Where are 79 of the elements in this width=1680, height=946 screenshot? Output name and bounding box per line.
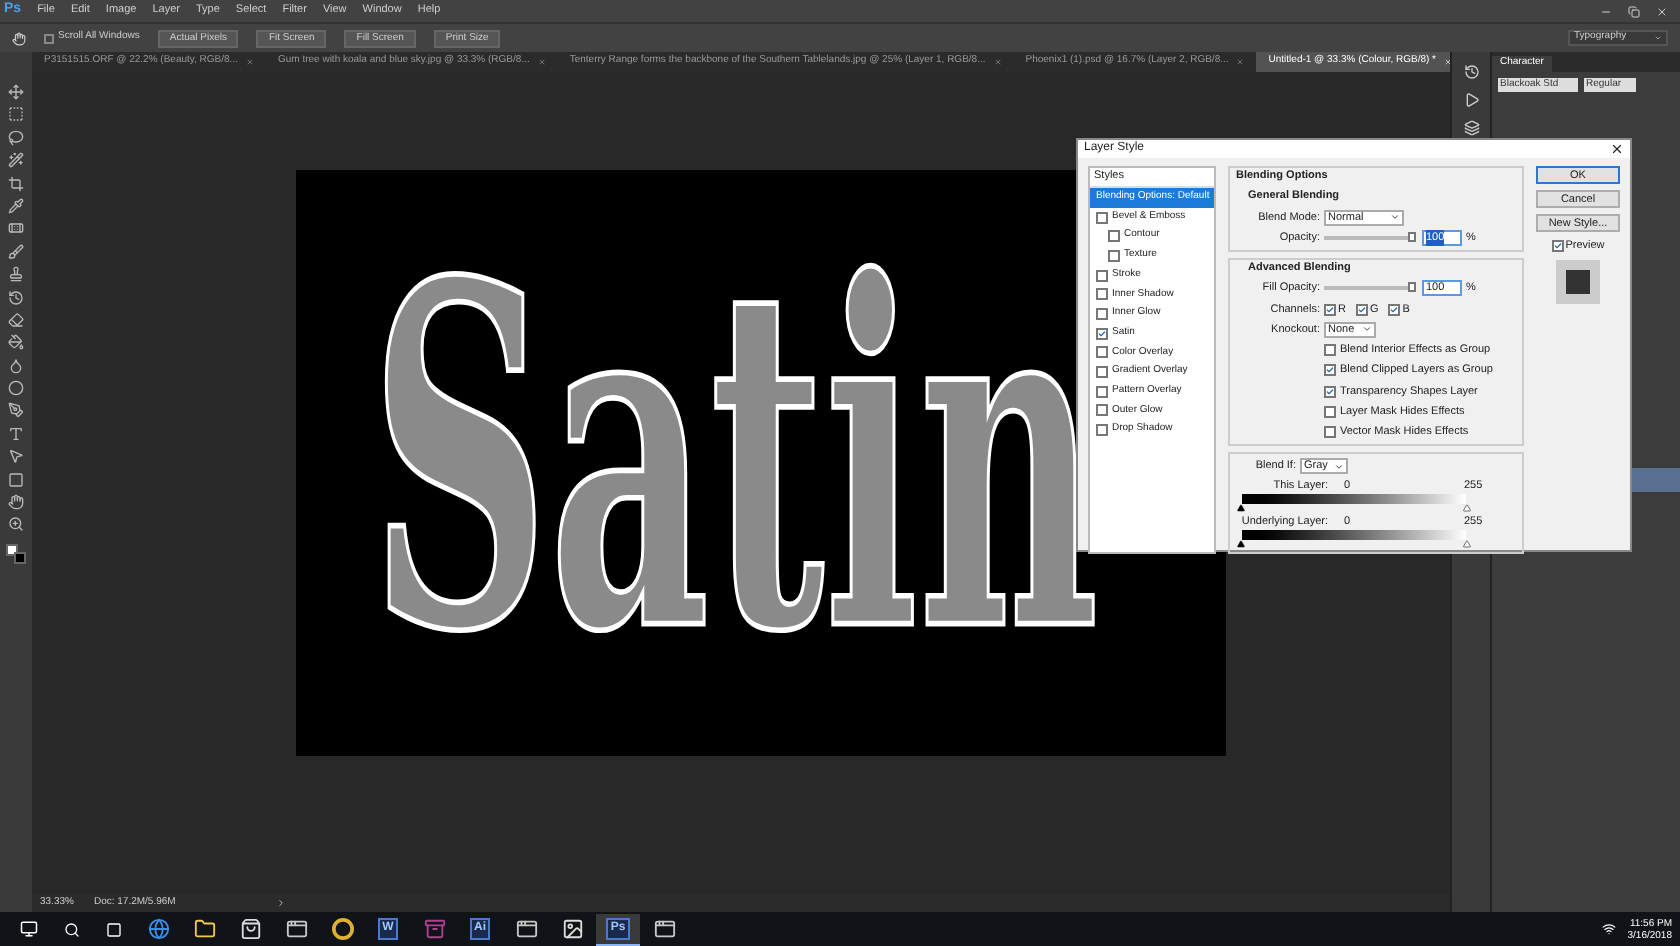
checkbox[interactable] [1324, 364, 1336, 377]
lasso-icon[interactable] [8, 129, 24, 146]
eyedropper-icon[interactable] [8, 197, 24, 214]
circle-icon[interactable] [331, 918, 353, 940]
slider-track[interactable] [1324, 286, 1412, 291]
folder-icon[interactable] [193, 918, 215, 940]
picture-icon[interactable] [561, 918, 583, 940]
stamp-icon[interactable] [8, 266, 24, 283]
history-icon[interactable] [1463, 64, 1479, 80]
app-icon[interactable] [285, 918, 307, 940]
hand-icon[interactable] [8, 494, 24, 511]
check-icon [1326, 303, 1334, 316]
checkbox[interactable] [1324, 405, 1336, 418]
network-icon[interactable] [1601, 922, 1616, 936]
checkbox[interactable] [1096, 307, 1108, 320]
checkbox[interactable] [1096, 327, 1108, 340]
rectangle-icon[interactable] [8, 471, 24, 488]
pointer-icon[interactable] [8, 448, 24, 465]
archive-icon[interactable] [423, 918, 445, 940]
checkbox[interactable] [1355, 303, 1368, 316]
hand-icon[interactable] [12, 31, 26, 45]
shopping-bag-icon[interactable] [239, 918, 261, 940]
checkbox[interactable] [1096, 346, 1108, 359]
play-icon[interactable] [1463, 92, 1479, 108]
caret-icon [1362, 324, 1372, 335]
canvas-text: Satin [370, 227, 1099, 699]
caret-icon [1334, 461, 1344, 472]
checkbox[interactable] [1324, 426, 1336, 439]
pen-icon[interactable] [8, 402, 24, 419]
paint-bucket-icon[interactable] [8, 334, 24, 351]
checkbox[interactable] [1096, 385, 1108, 398]
check-icon [1553, 240, 1562, 253]
checkbox[interactable] [1388, 303, 1401, 316]
brush-icon[interactable] [8, 243, 24, 260]
slider-thumb[interactable] [1408, 231, 1416, 242]
marquee-icon[interactable] [8, 106, 24, 123]
crop-icon[interactable] [8, 175, 24, 192]
minimize-icon[interactable] [1600, 5, 1612, 17]
color-swatches[interactable] [6, 543, 26, 564]
preview-swatch [1556, 260, 1600, 305]
slider-track[interactable] [1324, 235, 1412, 240]
close-icon[interactable] [1610, 142, 1624, 156]
check-icon [1098, 327, 1106, 340]
zoom-icon[interactable] [8, 516, 24, 533]
layers-icon[interactable] [1463, 120, 1479, 136]
slider-handle-icon[interactable] [1236, 540, 1246, 548]
checkbox[interactable] [1096, 211, 1108, 224]
move-icon[interactable] [8, 84, 24, 100]
globe-icon[interactable] [147, 918, 169, 940]
app-icon[interactable] [653, 918, 675, 940]
slider-handle-icon[interactable] [1462, 540, 1472, 548]
eraser-icon[interactable] [8, 311, 24, 328]
checkbox[interactable] [1096, 424, 1108, 437]
slider-thumb[interactable] [1408, 282, 1416, 293]
app-icon[interactable] [515, 918, 537, 940]
wand-icon[interactable] [8, 152, 24, 169]
history-brush-icon[interactable] [8, 289, 24, 306]
checkbox[interactable] [1096, 404, 1108, 417]
checkbox[interactable] [1324, 385, 1336, 398]
caret-icon [1390, 212, 1400, 223]
check-icon [1390, 303, 1399, 316]
checkbox[interactable] [1108, 249, 1120, 262]
type-icon[interactable] [8, 425, 24, 442]
slider-handle-icon[interactable] [1462, 503, 1472, 512]
checkbox[interactable] [1096, 366, 1108, 379]
checkbox[interactable] [44, 33, 54, 43]
checkbox[interactable] [1096, 288, 1108, 301]
checkbox[interactable] [1324, 303, 1336, 316]
restore-icon[interactable] [1628, 5, 1640, 17]
checkbox[interactable] [1551, 240, 1564, 253]
slider-handle-icon[interactable] [1236, 503, 1246, 512]
expand-icon[interactable] [275, 898, 286, 908]
bandage-icon[interactable] [8, 220, 24, 237]
check-icon [1357, 303, 1366, 316]
checkbox[interactable] [1324, 344, 1336, 357]
checkbox[interactable] [1096, 269, 1108, 282]
search-icon[interactable] [64, 921, 80, 937]
checkbox[interactable] [1108, 230, 1120, 243]
droplet-icon[interactable] [8, 357, 24, 374]
